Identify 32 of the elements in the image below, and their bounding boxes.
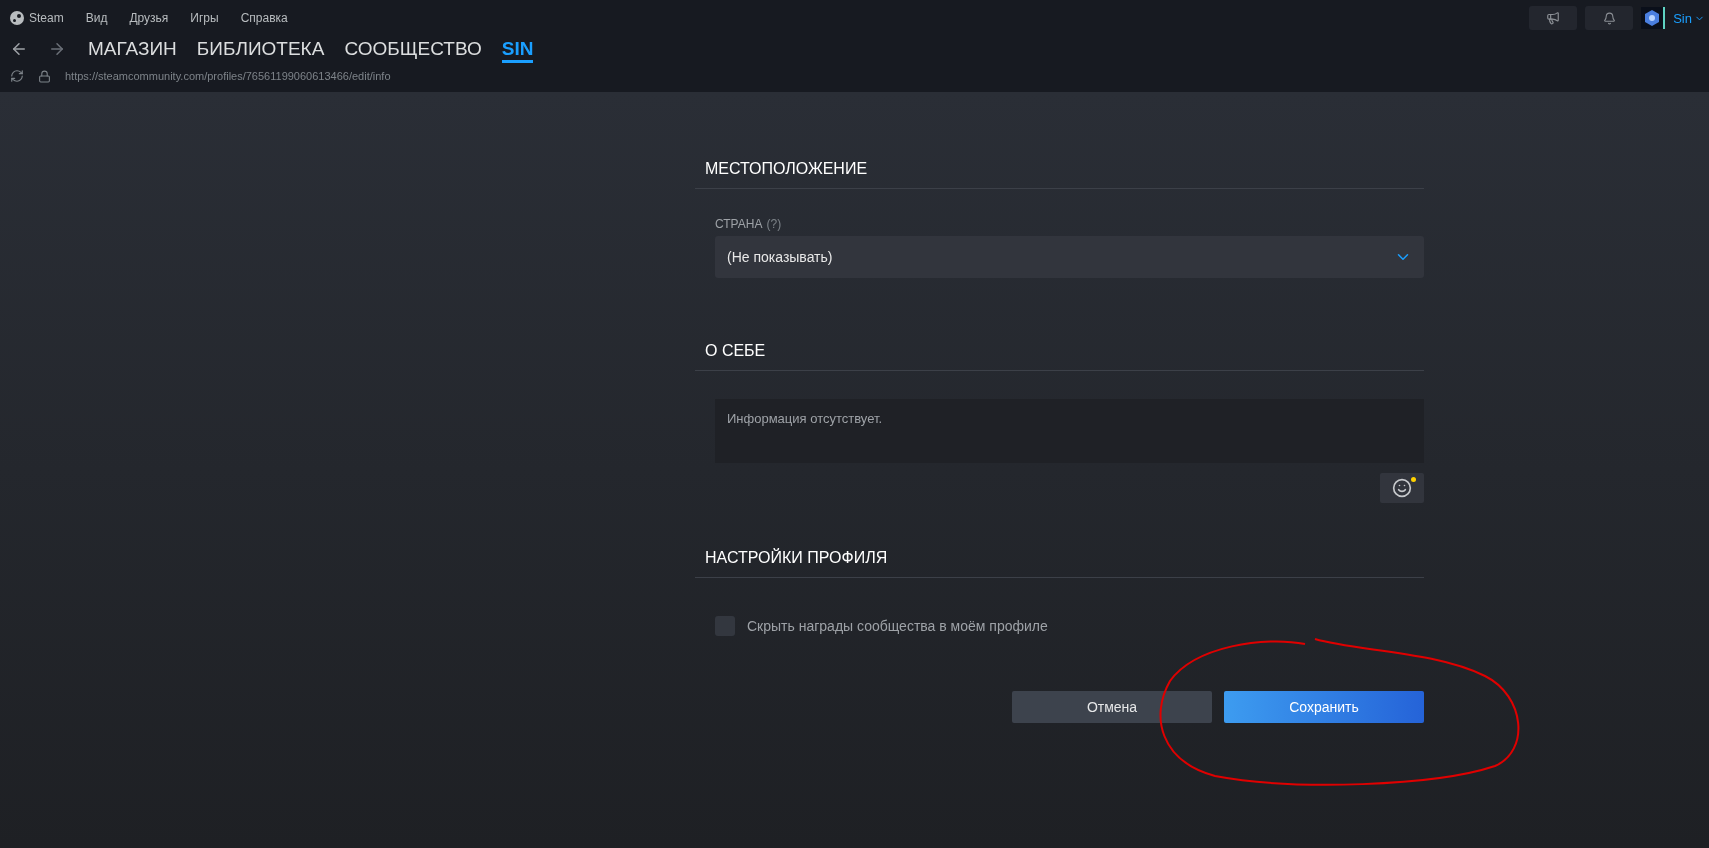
- avatar[interactable]: [1641, 7, 1666, 29]
- reload-icon[interactable]: [10, 69, 24, 83]
- menu-item[interactable]: Справка: [240, 11, 288, 25]
- nav-tab[interactable]: БИБЛИОТЕКА: [196, 35, 325, 63]
- section-title: НАСТРОЙКИ ПРОФИЛЯ: [695, 549, 1424, 578]
- notifications-button[interactable]: [1585, 6, 1634, 30]
- forward-arrow-icon[interactable]: [48, 40, 66, 58]
- url-text: https://steamcommunity.com/profiles/76561199060613466/edit/info: [65, 70, 391, 82]
- emoji-button[interactable]: [1380, 473, 1424, 503]
- bell-icon: [1602, 11, 1616, 25]
- nav-tab[interactable]: МАГАЗИН: [88, 35, 177, 63]
- field-label: СТРАНА: [715, 217, 763, 231]
- menu-item[interactable]: Вид: [85, 11, 108, 25]
- nav-tab[interactable]: SIN: [501, 35, 534, 63]
- user-menu[interactable]: Sin: [1673, 10, 1709, 26]
- menu-item[interactable]: Игры: [190, 11, 219, 25]
- megaphone-button[interactable]: [1529, 6, 1578, 30]
- save-button[interactable]: Сохранить: [1224, 691, 1424, 723]
- smiley-icon: [1392, 478, 1412, 498]
- lock-icon: [38, 69, 51, 83]
- help-link[interactable]: (?): [766, 217, 782, 231]
- steam-logo-icon: [10, 11, 24, 25]
- section-title: О СЕБЕ: [695, 342, 1424, 371]
- megaphone-icon: [1546, 11, 1561, 25]
- country-select[interactable]: (Не показывать): [715, 236, 1424, 278]
- menu-item[interactable]: Друзья: [129, 11, 169, 25]
- menu-item[interactable]: Steam: [10, 11, 64, 25]
- about-textarea[interactable]: Информация отсутствует.: [715, 399, 1424, 463]
- nav-tab[interactable]: СООБЩЕСТВО: [344, 35, 482, 63]
- checkbox-label[interactable]: Скрыть награды сообщества в моём профиле: [747, 618, 1048, 634]
- section-title: МЕСТОПОЛОЖЕНИЕ: [695, 160, 1424, 189]
- cancel-button[interactable]: Отмена: [1012, 691, 1212, 723]
